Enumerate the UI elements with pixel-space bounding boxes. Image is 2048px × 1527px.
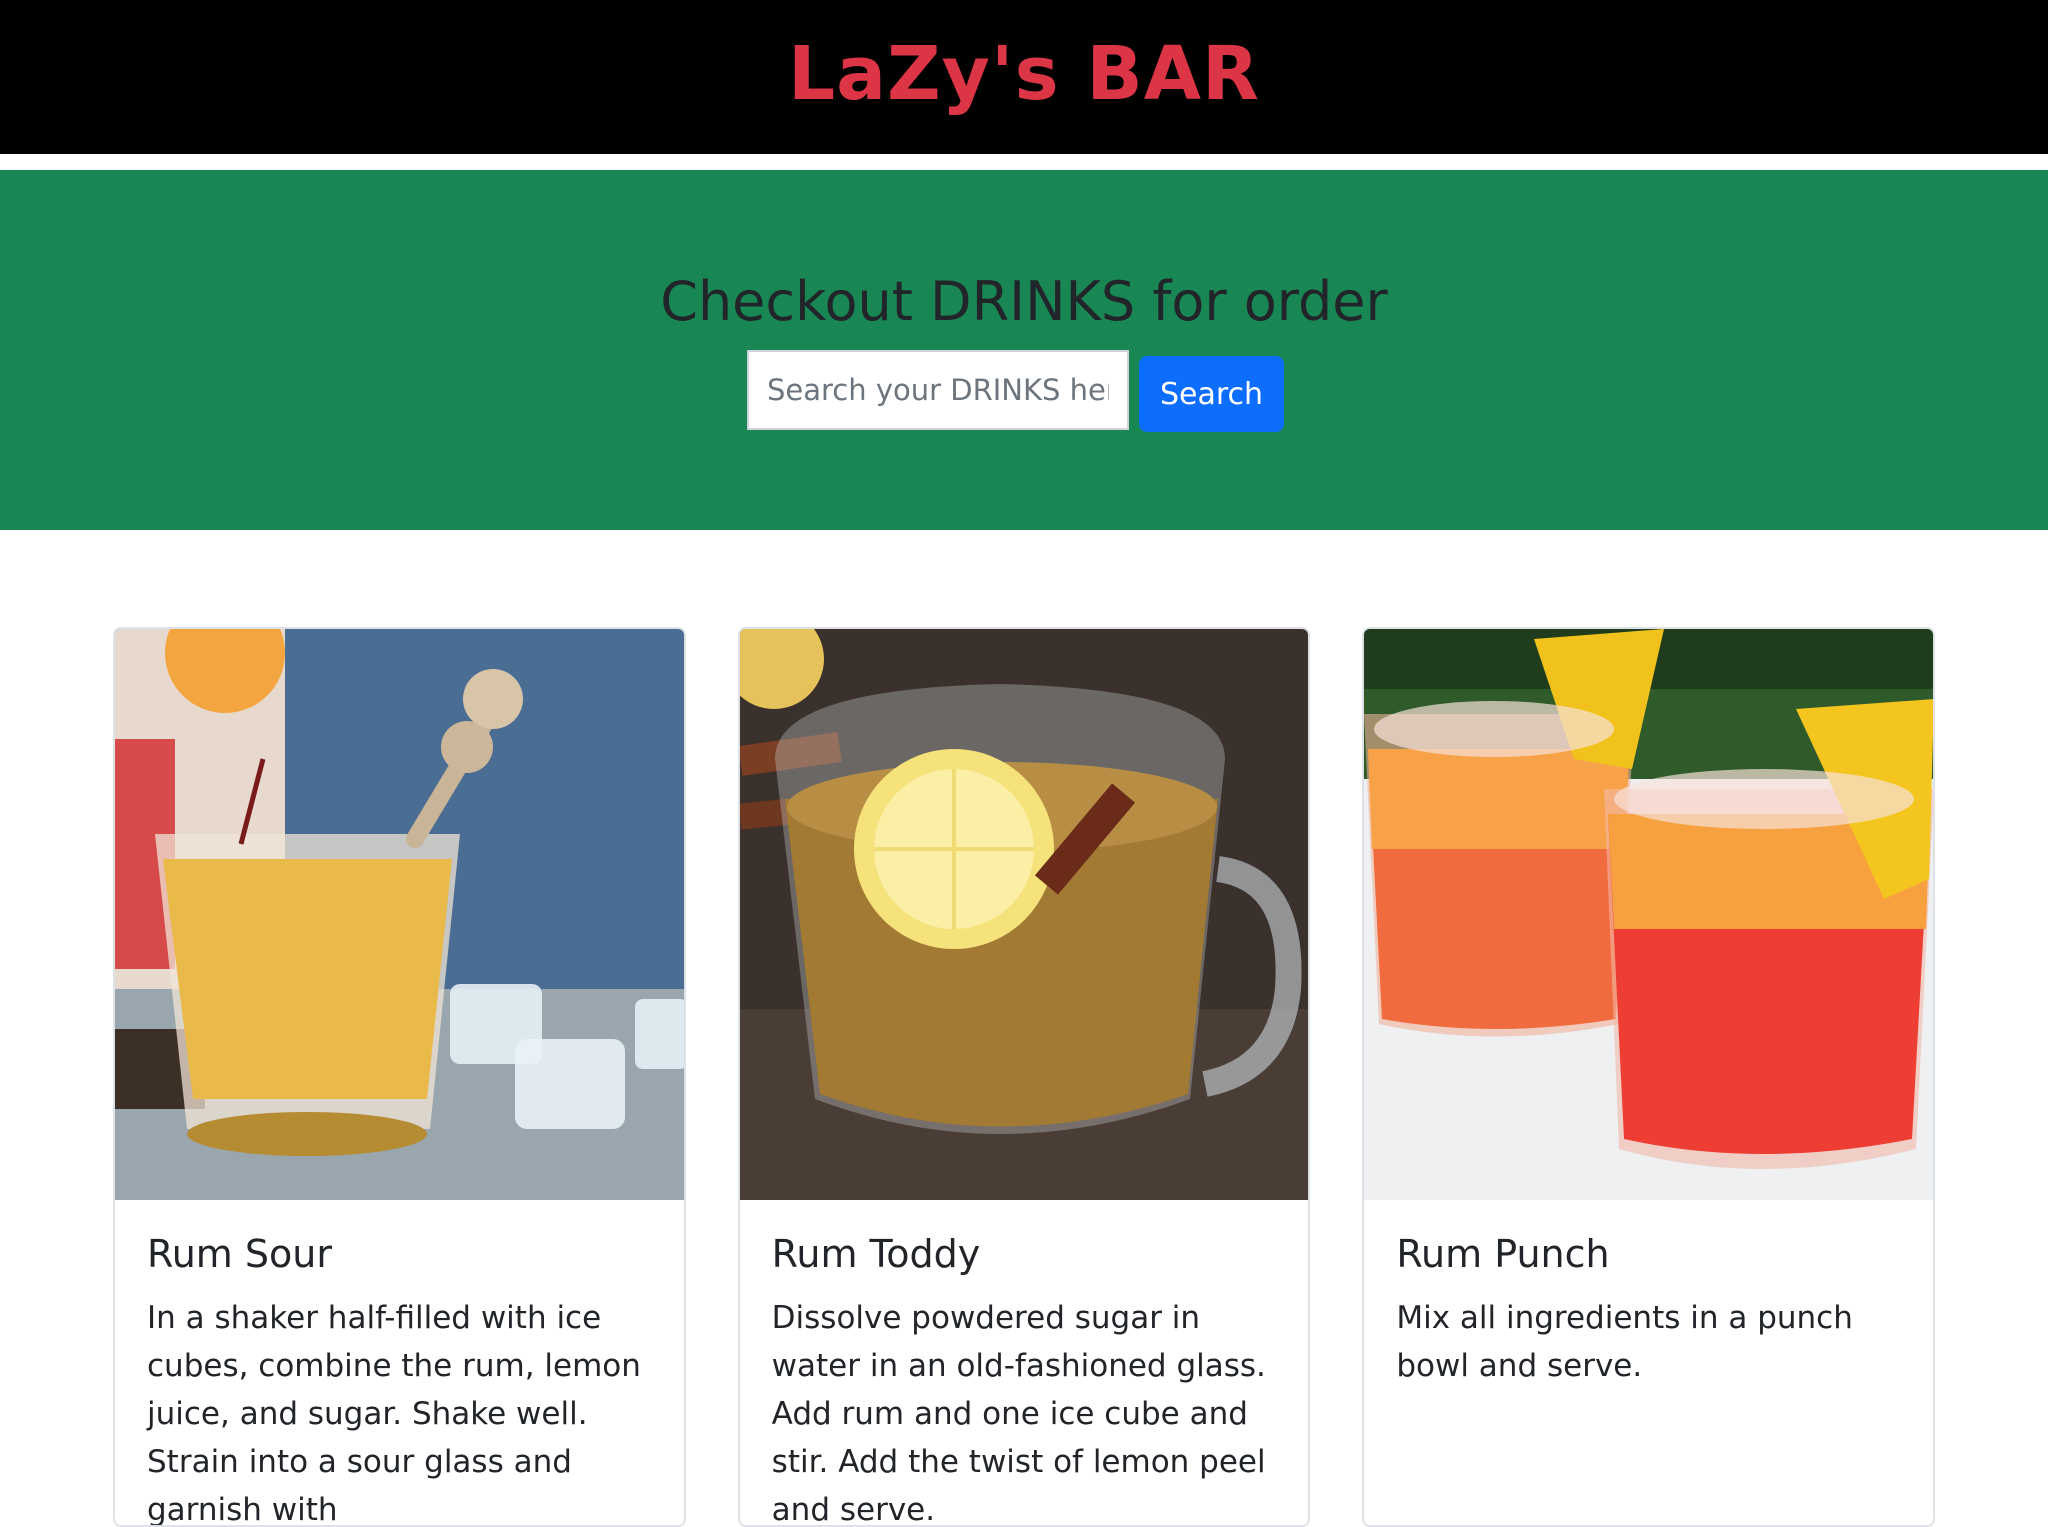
card-body: Rum Sour In a shaker half-filled with ic…	[115, 1200, 684, 1527]
card-body: Rum Punch Mix all ingredients in a punch…	[1364, 1200, 1933, 1422]
drink-image-rum-sour[interactable]	[115, 629, 684, 1200]
hero-title: Checkout DRINKS for order	[660, 270, 1388, 333]
drink-card: Rum Sour In a shaker half-filled with ic…	[113, 627, 686, 1527]
navbar: LaZy's BAR	[0, 0, 2048, 154]
drink-card: Rum Punch Mix all ingredients in a punch…	[1362, 627, 1936, 1527]
drink-instructions: Mix all ingredients in a punch bowl and …	[1396, 1299, 1853, 1384]
hero-section: Checkout DRINKS for order Search	[0, 170, 2048, 530]
divider	[0, 154, 2048, 170]
drink-image-rum-punch[interactable]	[1364, 629, 1934, 1200]
drink-title: Rum Punch	[1396, 1232, 1610, 1276]
drink-instructions: In a shaker half-filled with ice cubes, …	[147, 1299, 641, 1527]
search-button[interactable]: Search	[1139, 356, 1284, 432]
brand-title[interactable]: LaZy's BAR	[788, 37, 1260, 111]
drink-title: Rum Sour	[147, 1232, 332, 1276]
rum-sour-illustration	[115, 629, 684, 1200]
rum-toddy-illustration	[739, 629, 1309, 1200]
drink-image-rum-toddy[interactable]	[739, 629, 1309, 1200]
search-input[interactable]	[747, 350, 1129, 430]
drink-card: Rum Toddy Dissolve powdered sugar in wat…	[737, 627, 1311, 1527]
drink-instructions: Dissolve powdered sugar in water in an o…	[771, 1299, 1266, 1527]
rum-punch-illustration	[1364, 629, 1934, 1200]
drinks-grid: Rum Sour In a shaker half-filled with ic…	[113, 627, 1936, 1527]
drink-title: Rum Toddy	[771, 1232, 981, 1276]
search-form: Search	[747, 346, 1284, 434]
card-body: Rum Toddy Dissolve powdered sugar in wat…	[740, 1200, 1309, 1527]
